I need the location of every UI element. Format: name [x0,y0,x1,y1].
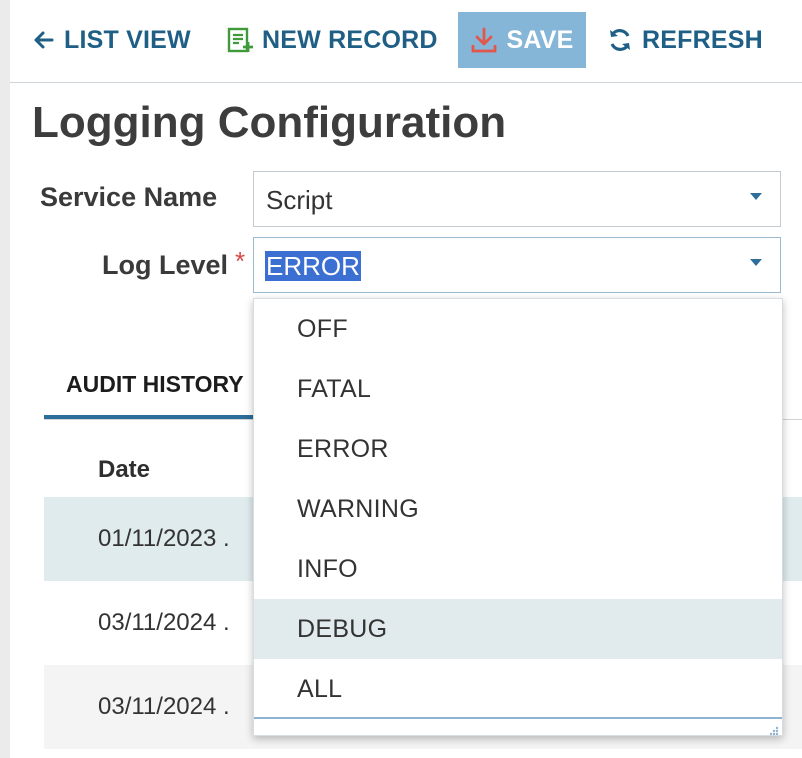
main-panel: LIST VIEW NEW RECORD SAVE REFRESH Loggin… [10,0,802,758]
log-level-label: Log Level [102,250,229,280]
option-label: OFF [297,315,348,343]
service-name-label: Service Name [40,182,218,212]
new-record-button[interactable]: NEW RECORD [226,12,438,68]
dropdown-option-fatal[interactable]: FATAL [254,359,782,419]
page-title: Logging Configuration [32,98,507,147]
log-level-value: ERROR [265,251,361,281]
refresh-button[interactable]: REFRESH [606,12,763,68]
resize-grip-icon[interactable] [769,723,779,736]
service-name-value: Script [266,185,333,215]
option-label: ERROR [297,435,389,463]
row-date: 01/11/2023 . [98,525,230,552]
column-header-date[interactable]: Date [98,456,150,484]
dropdown-option-error[interactable]: ERROR [254,419,782,479]
list-view-label: LIST VIEW [64,25,191,54]
option-label: ALL [297,675,343,703]
row-date: 03/11/2024 . [98,609,230,636]
caret-down-icon [750,193,762,200]
service-name-select[interactable]: Script [253,171,781,227]
dropdown-option-info[interactable]: INFO [254,539,782,599]
dropdown-option-warning[interactable]: WARNING [254,479,782,539]
save-button[interactable]: SAVE [458,12,586,68]
tab-audit-history-label: AUDIT HISTORY [66,371,244,397]
tab-audit-history[interactable]: AUDIT HISTORY [44,353,264,419]
log-level-select[interactable]: ERROR [253,237,781,293]
refresh-icon [606,26,634,54]
arrow-left-icon [32,28,56,52]
new-record-icon [226,26,254,54]
option-label: FATAL [297,375,372,403]
option-label: DEBUG [297,615,388,643]
dropdown-option-debug[interactable]: DEBUG [254,599,782,659]
refresh-label: REFRESH [642,25,763,54]
save-label: SAVE [506,25,574,54]
toolbar: LIST VIEW NEW RECORD SAVE REFRESH [10,0,802,83]
new-record-label: NEW RECORD [262,25,438,54]
download-save-icon [470,26,498,54]
dropdown-option-off[interactable]: OFF [254,299,782,359]
row-date: 03/11/2024 . [98,693,230,720]
option-label: WARNING [297,495,419,523]
option-label: INFO [297,555,358,583]
caret-down-icon [750,259,762,266]
list-view-button[interactable]: LIST VIEW [32,12,191,68]
log-level-dropdown-list: OFF FATAL ERROR WARNING INFO DEBUG ALL [253,298,783,736]
dropdown-divider [254,717,782,719]
dropdown-option-all[interactable]: ALL [254,659,782,719]
required-asterisk: * [235,246,246,276]
